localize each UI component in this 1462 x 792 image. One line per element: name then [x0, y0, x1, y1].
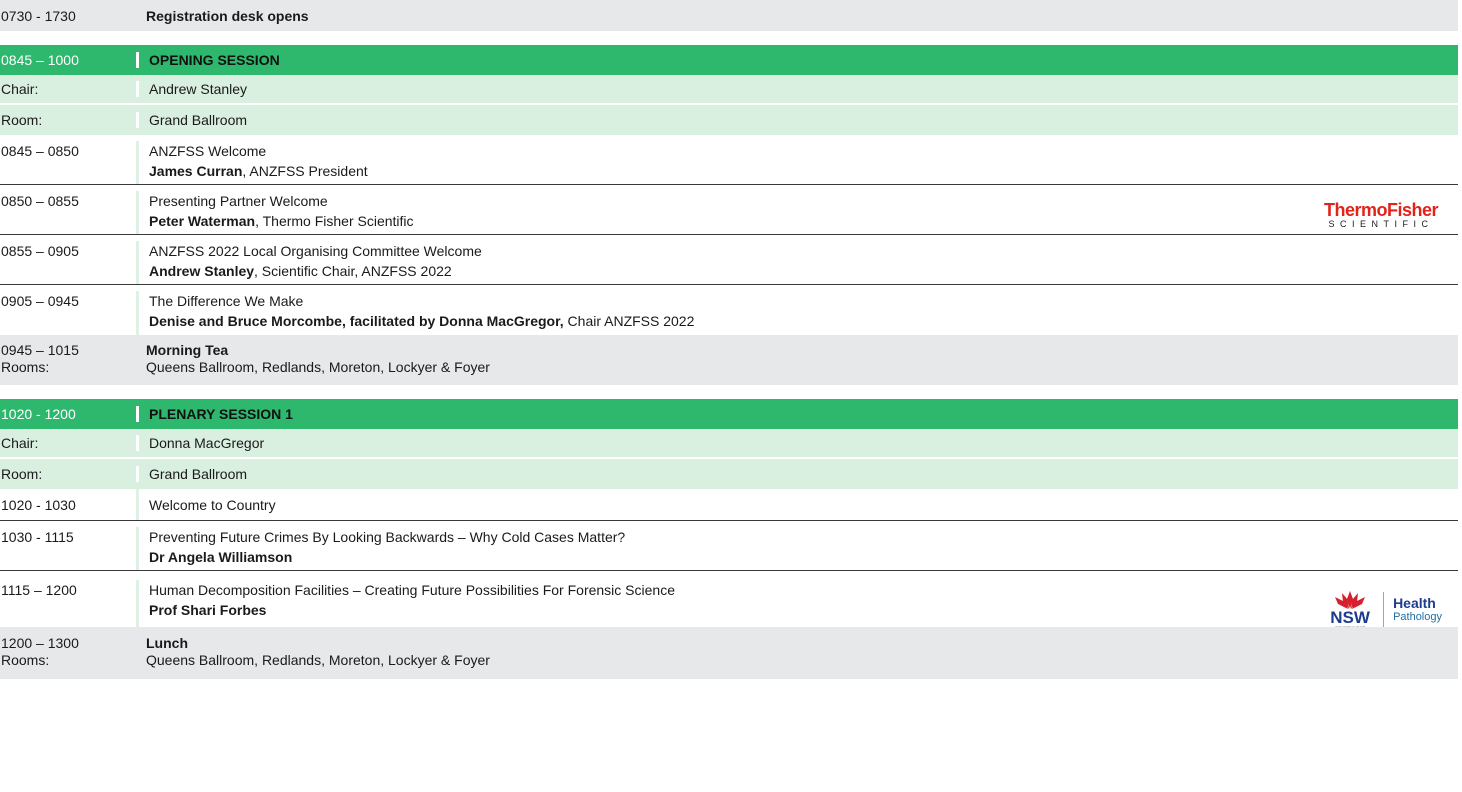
talk-title: ANZFSS Welcome: [149, 143, 267, 159]
talk-speaker: James Curran: [149, 163, 243, 179]
plenary-session-time: 1020 - 1200: [1, 406, 76, 422]
talk-time: 0850 – 0855: [1, 193, 79, 209]
opening-chair-label: Chair:: [1, 81, 39, 97]
nsw-health-pathology-logo: NSW GOVERNMENT Health Pathology: [1326, 590, 1442, 630]
talk-time: 1030 - 1115: [1, 529, 74, 545]
talk-time: 0855 – 0905: [1, 243, 79, 259]
talk-speaker: Peter Waterman: [149, 213, 256, 229]
talk-speaker: Prof Shari Forbes: [149, 602, 267, 618]
talk-title: Presenting Partner Welcome: [149, 193, 328, 209]
opening-room-label: Room:: [1, 112, 43, 128]
talk-affiliation: , Scientific Chair, ANZFSS 2022: [254, 263, 452, 279]
talk-time: 1115 – 1200: [1, 582, 77, 598]
opening-room-row: Room: Grand Ballroom: [0, 105, 1458, 135]
talk-title: The Difference We Make: [149, 293, 304, 309]
talk-row-anzfss-welcome: 0845 – 0850 ANZFSS Welcome James Curran,…: [0, 135, 1458, 185]
talk-row-welcome-country: 1020 - 1030 Welcome to Country: [0, 489, 1458, 521]
plenary-session-header: 1020 - 1200 PLENARY SESSION 1: [0, 399, 1458, 429]
talk-speaker: Andrew Stanley: [149, 263, 255, 279]
talk-row-decomposition: 1115 – 1200 Human Decomposition Faciliti…: [0, 571, 1458, 630]
break-time: 0945 – 1015: [1, 342, 79, 358]
talk-affiliation: , ANZFSS President: [242, 163, 368, 179]
opening-session-time: 0845 – 1000: [1, 52, 79, 68]
break-rooms: Queens Ballroom, Redlands, Moreton, Lock…: [146, 652, 490, 668]
registration-time: 0730 - 1730: [1, 7, 76, 24]
talk-time: 0905 – 0945: [1, 293, 79, 309]
talk-row-difference-we-make: 0905 – 0945 The Difference We Make Denis…: [0, 285, 1458, 335]
talk-speaker: Denise and Bruce Morcombe, facilitated b…: [149, 313, 564, 329]
registration-title: Registration desk opens: [146, 7, 309, 24]
break-rooms-label: Rooms:: [1, 359, 50, 375]
opening-session-title: OPENING SESSION: [136, 52, 1458, 68]
break-time: 1200 – 1300: [1, 635, 79, 651]
opening-room-name: Grand Ballroom: [136, 112, 1458, 128]
plenary-room-row: Room: Grand Ballroom: [0, 459, 1458, 489]
plenary-chair-row: Chair: Donna MacGregor: [0, 429, 1458, 459]
talk-speaker: Dr Angela Williamson: [149, 549, 293, 565]
talk-row-loc-welcome: 0855 – 0905 ANZFSS 2022 Local Organising…: [0, 235, 1458, 285]
break-rooms: Queens Ballroom, Redlands, Moreton, Lock…: [146, 359, 490, 375]
talk-row-cold-cases: 1030 - 1115 Preventing Future Crimes By …: [0, 521, 1458, 571]
talk-time: 0845 – 0850: [1, 143, 79, 159]
thermo-fisher-logo: ThermoFisher SCIENTIFIC: [1323, 200, 1439, 229]
break-title: Morning Tea: [146, 342, 229, 358]
talk-title: Welcome to Country: [136, 489, 1458, 520]
break-title: Lunch: [146, 635, 188, 651]
talk-time: 1020 - 1030: [1, 496, 76, 513]
opening-session-header: 0845 – 1000 OPENING SESSION: [0, 45, 1458, 75]
opening-chair-name: Andrew Stanley: [136, 81, 1458, 97]
plenary-chair-name: Donna MacGregor: [136, 435, 1458, 451]
break-rooms-label: Rooms:: [1, 652, 50, 668]
morning-tea-row: 0945 – 1015 Rooms: Morning Tea Queens Ba…: [0, 335, 1458, 385]
talk-affiliation: , Thermo Fisher Scientific: [255, 213, 414, 229]
talk-affiliation: Chair ANZFSS 2022: [563, 313, 695, 329]
talk-row-partner-welcome: 0850 – 0855 Presenting Partner Welcome P…: [0, 185, 1458, 235]
waratah-icon: [1335, 591, 1366, 609]
opening-chair-row: Chair: Andrew Stanley: [0, 75, 1458, 105]
lunch-row: 1200 – 1300 Rooms: Lunch Queens Ballroom…: [0, 627, 1458, 679]
talk-title: Human Decomposition Facilities – Creatin…: [149, 582, 675, 598]
plenary-session-title: PLENARY SESSION 1: [136, 406, 1458, 422]
plenary-chair-label: Chair:: [1, 435, 39, 451]
plenary-room-name: Grand Ballroom: [136, 466, 1458, 482]
plenary-room-label: Room:: [1, 466, 43, 482]
registration-row: 0730 - 1730 Registration desk opens: [0, 0, 1458, 31]
talk-title: ANZFSS 2022 Local Organising Committee W…: [149, 243, 482, 259]
talk-title: Preventing Future Crimes By Looking Back…: [149, 529, 626, 545]
